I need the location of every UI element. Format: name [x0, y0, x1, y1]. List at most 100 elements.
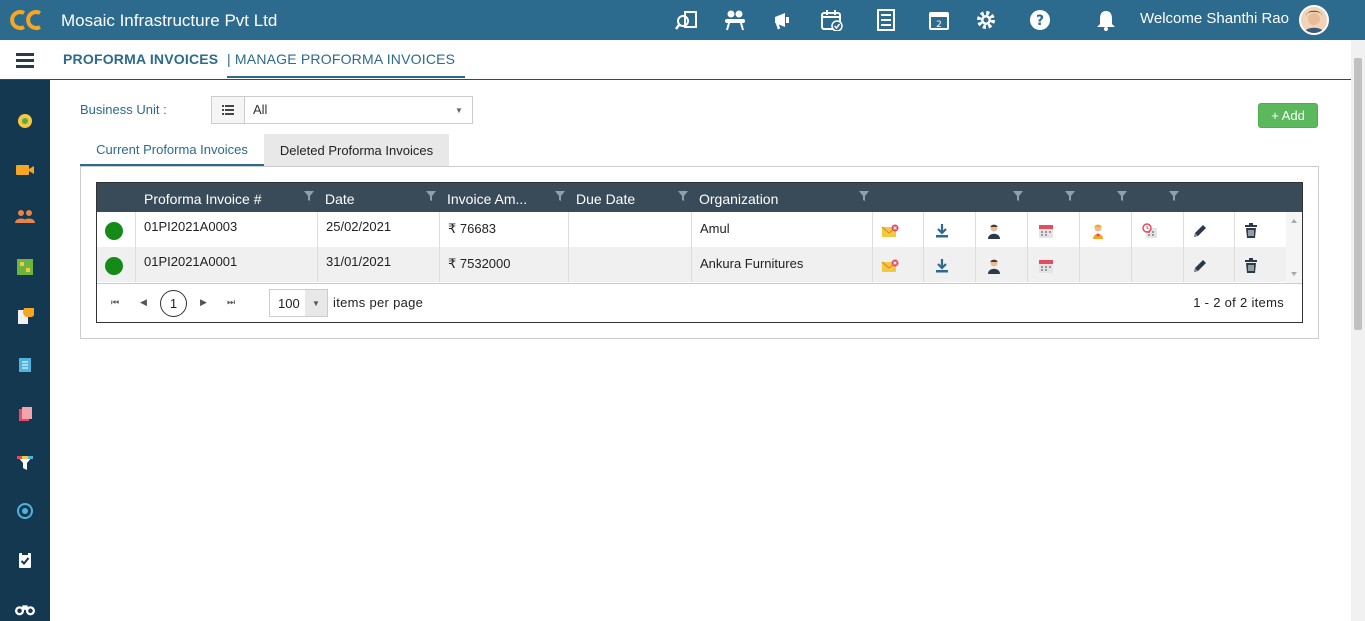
page-size-value: 100: [278, 296, 300, 311]
megaphone-icon[interactable]: [772, 9, 796, 31]
filter-icon[interactable]: [678, 191, 688, 201]
edit-icon[interactable]: [1191, 257, 1209, 275]
top-bar: Mosaic Infrastructure Pvt Ltd 2 ? Welcom…: [0, 0, 1365, 40]
invoice-date: 31/01/2021: [326, 254, 392, 269]
table-row[interactable]: 01PI2021A0001 31/01/2021 ₹ 7532000 Ankur…: [97, 247, 1286, 282]
meeting-icon[interactable]: [723, 9, 747, 31]
user-icon[interactable]: [985, 222, 1003, 240]
avatar[interactable]: [1299, 5, 1329, 35]
organization: Ankura Furnitures: [700, 256, 804, 271]
calendar-day-icon[interactable]: 2: [927, 9, 951, 31]
action-cell: [1028, 247, 1080, 282]
action-cell: [1132, 212, 1184, 247]
document-chart-icon[interactable]: [15, 307, 35, 327]
next-page-icon[interactable]: ▶: [200, 297, 207, 308]
grid-scrollbar[interactable]: [1286, 212, 1302, 283]
users-icon[interactable]: [15, 207, 35, 227]
status-indicator: [105, 222, 123, 240]
table-row[interactable]: 01PI2021A0003 25/02/2021 ₹ 76683 Amul: [97, 212, 1286, 247]
grid-header: Proforma Invoice # Date Invoice Am... Du…: [97, 183, 1302, 212]
filter-icon[interactable]: [1117, 191, 1127, 201]
report-icon[interactable]: [15, 404, 35, 424]
email-cancel-icon[interactable]: [881, 222, 899, 240]
delete-icon[interactable]: [1242, 222, 1260, 240]
video-icon[interactable]: [15, 160, 35, 180]
due-date-cell: [569, 212, 692, 247]
invoice-grid: Proforma Invoice # Date Invoice Am... Du…: [96, 182, 1303, 323]
binoculars-icon[interactable]: [15, 599, 35, 619]
scroll-down-icon: [1291, 272, 1297, 276]
tab-deleted-proforma-invoices[interactable]: Deleted Proforma Invoices: [264, 134, 449, 166]
download-icon[interactable]: [933, 257, 951, 275]
calendar-icon[interactable]: [1037, 222, 1055, 240]
action-cell: [1080, 247, 1132, 282]
action-cell: [1028, 212, 1080, 247]
schedule-clock-icon[interactable]: [1141, 222, 1159, 240]
current-page[interactable]: 1: [160, 290, 187, 317]
filter-icon[interactable]: [304, 191, 314, 201]
notebook-icon[interactable]: [15, 355, 35, 375]
download-icon[interactable]: [933, 222, 951, 240]
first-page-icon[interactable]: ⏮: [111, 297, 119, 308]
svg-text:?: ?: [1036, 13, 1044, 29]
filter-icon[interactable]: [1013, 191, 1023, 201]
action-cell: [1184, 247, 1235, 282]
column-header-organization[interactable]: Organization: [699, 183, 778, 212]
prev-page-icon[interactable]: ◀: [140, 297, 147, 308]
email-cancel-icon[interactable]: [881, 257, 899, 275]
filter-icon[interactable]: [1065, 191, 1075, 201]
chevron-down-icon[interactable]: ▼: [305, 290, 327, 316]
help-icon[interactable]: ?: [1028, 9, 1052, 31]
sitemap-icon[interactable]: [15, 257, 35, 277]
clipboard-check-icon[interactable]: [15, 550, 35, 570]
invoice-number[interactable]: 01PI2021A0003: [144, 219, 237, 234]
page-scrollbar-thumb[interactable]: [1354, 58, 1362, 330]
column-header-due-date[interactable]: Due Date: [576, 183, 635, 212]
funnel-icon[interactable]: [15, 453, 35, 473]
page-scrollbar[interactable]: [1351, 40, 1365, 621]
organization: Amul: [700, 221, 730, 236]
action-cell: [976, 212, 1028, 247]
user-icon[interactable]: [985, 257, 1003, 275]
business-unit-value: All: [253, 102, 268, 117]
menu-icon[interactable]: [16, 53, 34, 68]
page-size-select[interactable]: 100 ▼: [269, 289, 328, 317]
last-page-icon[interactable]: ⏭: [227, 297, 235, 308]
edit-icon[interactable]: [1191, 222, 1209, 240]
chevron-down-icon[interactable]: ▼: [446, 97, 472, 123]
invoice-number[interactable]: 01PI2021A0001: [144, 254, 237, 269]
breadcrumb-page[interactable]: | MANAGE PROFORMA INVOICES: [227, 51, 466, 78]
company-logo[interactable]: [10, 8, 44, 32]
dashboard-icon[interactable]: [15, 111, 35, 131]
list-document-icon[interactable]: [874, 9, 898, 31]
bell-icon[interactable]: [1094, 9, 1118, 31]
sidebar: [0, 80, 50, 621]
delete-icon[interactable]: [1242, 257, 1260, 275]
action-cell: [873, 212, 924, 247]
filter-icon[interactable]: [1169, 191, 1179, 201]
action-cell: [1235, 247, 1286, 282]
action-cell: [924, 212, 976, 247]
filter-icon[interactable]: [555, 191, 565, 201]
action-cell: [1235, 212, 1286, 247]
column-header-invoice-amount[interactable]: Invoice Am...: [447, 183, 527, 212]
gear-icon[interactable]: [974, 9, 998, 31]
search-document-icon[interactable]: [675, 9, 699, 31]
grid-pager: ⏮ ◀ 1 ▶ ⏭ 100 ▼ items per page 1 - 2 of …: [97, 283, 1302, 322]
calendar-check-icon[interactable]: [820, 9, 844, 31]
user-location-icon[interactable]: [1089, 222, 1107, 240]
add-button[interactable]: + Add: [1258, 103, 1318, 128]
organization-cell: Ankura Furnitures: [692, 247, 873, 282]
filter-icon[interactable]: [426, 191, 436, 201]
invoice-date: 25/02/2021: [326, 219, 392, 234]
business-unit-select[interactable]: All ▼: [211, 96, 473, 124]
pager-info: 1 - 2 of 2 items: [1193, 295, 1284, 310]
target-icon[interactable]: [15, 501, 35, 521]
action-cell: [976, 247, 1028, 282]
calendar-icon[interactable]: [1037, 257, 1055, 275]
tab-current-proforma-invoices[interactable]: Current Proforma Invoices: [80, 134, 264, 166]
filter-icon[interactable]: [859, 191, 869, 201]
column-header-invoice-number[interactable]: Proforma Invoice #: [144, 183, 262, 212]
column-header-date[interactable]: Date: [325, 183, 355, 212]
breadcrumb-section[interactable]: PROFORMA INVOICES: [63, 51, 218, 67]
